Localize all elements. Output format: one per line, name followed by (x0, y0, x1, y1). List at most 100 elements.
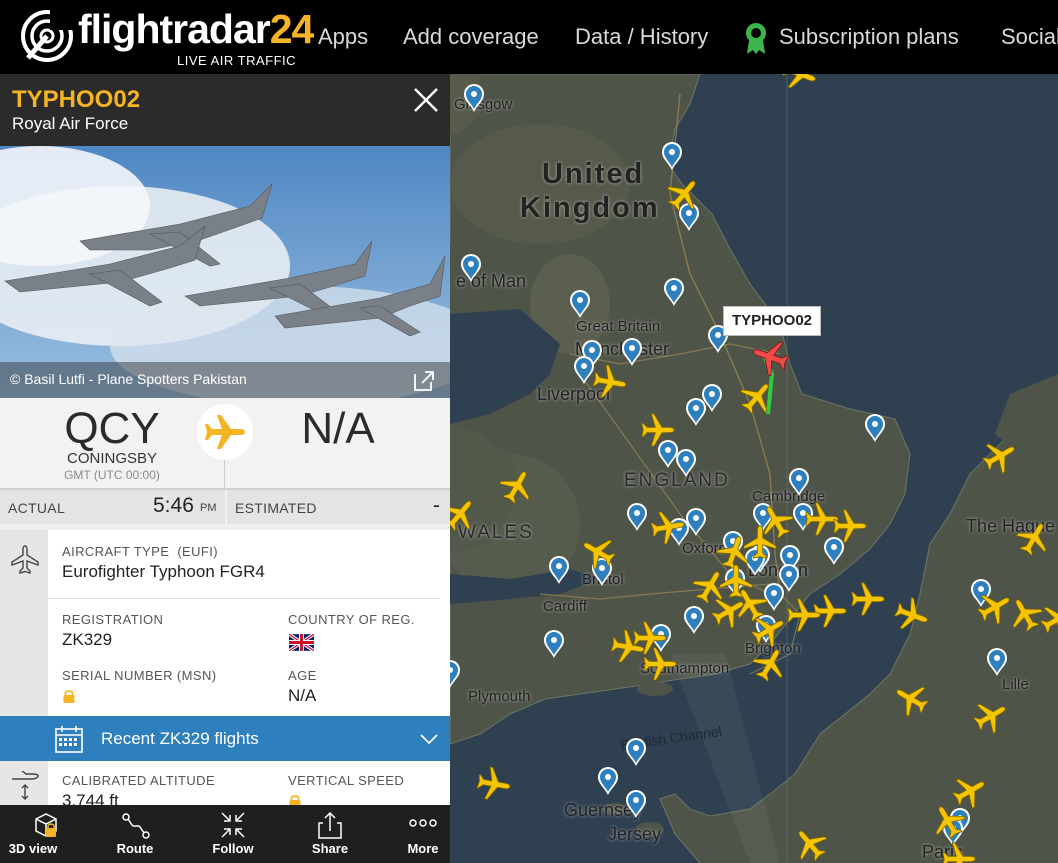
more-button[interactable]: More (378, 805, 450, 863)
map-location-pin[interactable] (679, 203, 699, 231)
map-location-pin[interactable] (461, 254, 481, 282)
map-location-pin[interactable] (824, 537, 844, 565)
share-label: Share (311, 841, 349, 856)
destination-airport-code: N/A (301, 404, 375, 453)
traffic-aircraft[interactable] (1012, 516, 1056, 560)
map-location-pin[interactable] (676, 449, 696, 477)
route-plane-badge (197, 404, 253, 460)
more-label: More (407, 841, 439, 856)
map-location-pin[interactable] (464, 84, 484, 112)
live-map[interactable]: United Kingdom Glasgow e of Man Great Br… (450, 74, 1058, 863)
traffic-aircraft[interactable] (889, 677, 933, 721)
traffic-aircraft[interactable] (643, 647, 677, 681)
estimated-time-label: ESTIMATED (235, 500, 317, 516)
traffic-aircraft[interactable] (734, 374, 780, 420)
traffic-aircraft[interactable] (942, 842, 976, 863)
share-button[interactable]: Share (285, 805, 375, 863)
traffic-aircraft[interactable] (609, 628, 647, 666)
nav-data-history[interactable]: Data / History (575, 24, 708, 50)
close-icon[interactable] (410, 84, 442, 116)
map-location-pin[interactable] (570, 290, 590, 318)
map-location-pin[interactable] (658, 440, 678, 468)
bottom-toolbar: 3D view Route Follow Share More (0, 805, 450, 863)
traffic-aircraft[interactable] (748, 642, 792, 686)
map-location-pin[interactable] (987, 648, 1007, 676)
map-location-pin[interactable] (549, 556, 569, 584)
panel-header: TYPHOO02 Royal Air Force (0, 74, 450, 146)
map-location-pin[interactable] (764, 583, 784, 611)
map-location-pin[interactable] (684, 606, 704, 634)
chevron-down-icon (420, 734, 438, 745)
map-location-pin[interactable] (686, 398, 706, 426)
map-location-pin[interactable] (627, 503, 647, 531)
nav-apps[interactable]: Apps (318, 24, 368, 50)
actual-time-label: ACTUAL (8, 500, 66, 516)
vertical-speed-label: VERTICAL SPEED (288, 773, 405, 788)
aircraft-photo-image (0, 146, 450, 398)
flightradar-logo[interactable]: flightradar24 LIVE AIR TRAFFIC (20, 4, 314, 70)
traffic-aircraft[interactable] (833, 509, 867, 543)
traffic-aircraft[interactable] (450, 491, 483, 537)
traffic-aircraft[interactable] (1003, 592, 1047, 636)
actual-time-ampm: PM (200, 502, 217, 514)
map-location-pin[interactable] (598, 767, 618, 795)
map-overlay (450, 74, 1058, 863)
map-location-pin[interactable] (664, 278, 684, 306)
uk-flag-icon (289, 634, 314, 651)
external-link-icon[interactable] (412, 369, 436, 393)
3d-view-button[interactable]: 3D view (0, 805, 90, 863)
map-location-pin[interactable] (686, 508, 706, 536)
traffic-aircraft[interactable] (891, 594, 933, 636)
traffic-aircraft[interactable] (978, 434, 1022, 478)
selected-flight-callout[interactable]: TYPHOO02 (723, 306, 821, 336)
lock-icon[interactable] (62, 688, 76, 704)
map-location-pin[interactable] (450, 660, 460, 688)
registration-value: ZK329 (62, 630, 113, 649)
traffic-aircraft[interactable] (851, 582, 885, 616)
times-divider (225, 490, 227, 526)
serial-number-label: SERIAL NUMBER (MSN) (62, 668, 217, 683)
nav-social[interactable]: Social (1001, 24, 1058, 50)
traffic-aircraft[interactable] (591, 363, 629, 401)
follow-button[interactable]: Follow (188, 805, 278, 863)
altitude-icon (12, 771, 39, 800)
share-icon (318, 811, 342, 839)
nav-subscription-plans[interactable]: Subscription plans (779, 24, 959, 50)
traffic-aircraft[interactable] (787, 821, 833, 863)
traffic-aircraft[interactable] (1036, 597, 1058, 641)
app-root: flightradar24 LIVE AIR TRAFFIC Apps Add … (0, 0, 1058, 863)
map-location-pin[interactable] (622, 338, 642, 366)
traffic-aircraft[interactable] (813, 594, 847, 628)
traffic-aircraft[interactable] (787, 598, 821, 632)
recent-flights-button[interactable]: Recent ZK329 flights (0, 716, 450, 761)
map-location-pin[interactable] (626, 738, 646, 766)
airplane-silhouette-icon (11, 545, 39, 574)
map-location-pin[interactable] (544, 630, 564, 658)
route-button[interactable]: Route (90, 805, 180, 863)
map-location-pin[interactable] (626, 790, 646, 818)
details-rule (48, 598, 440, 599)
traffic-aircraft[interactable] (475, 765, 513, 803)
calendar-icon (55, 726, 83, 753)
traffic-aircraft[interactable] (719, 564, 753, 598)
traffic-aircraft[interactable] (495, 464, 539, 508)
airplane-icon (205, 415, 245, 449)
aircraft-type-value: Eurofighter Typhoon FGR4 (62, 562, 265, 581)
selected-aircraft[interactable] (748, 335, 793, 380)
radar-logo-icon (21, 10, 74, 62)
altitude-section: CALIBRATED ALTITUDE 3,744 ft VERTICAL SP… (0, 761, 450, 810)
origin-airport-code[interactable]: QCY (2, 404, 222, 454)
traffic-aircraft[interactable] (779, 74, 821, 95)
age-label: AGE (288, 668, 317, 683)
aircraft-type-label: AIRCRAFT TYPE (EUFI) (62, 544, 218, 559)
traffic-aircraft[interactable] (948, 769, 992, 813)
map-location-pin[interactable] (865, 414, 885, 442)
cube-lock-icon (35, 813, 57, 837)
traffic-aircraft[interactable] (969, 694, 1013, 738)
aircraft-photo[interactable]: © Basil Lutfi - Plane Spotters Pakistan (0, 146, 450, 398)
nav-add-coverage[interactable]: Add coverage (403, 24, 539, 50)
map-location-pin[interactable] (662, 142, 682, 170)
map-location-pin[interactable] (574, 356, 594, 384)
times-row: ACTUAL 5:46 PM ESTIMATED - (0, 488, 450, 526)
map-location-pin[interactable] (789, 468, 809, 496)
